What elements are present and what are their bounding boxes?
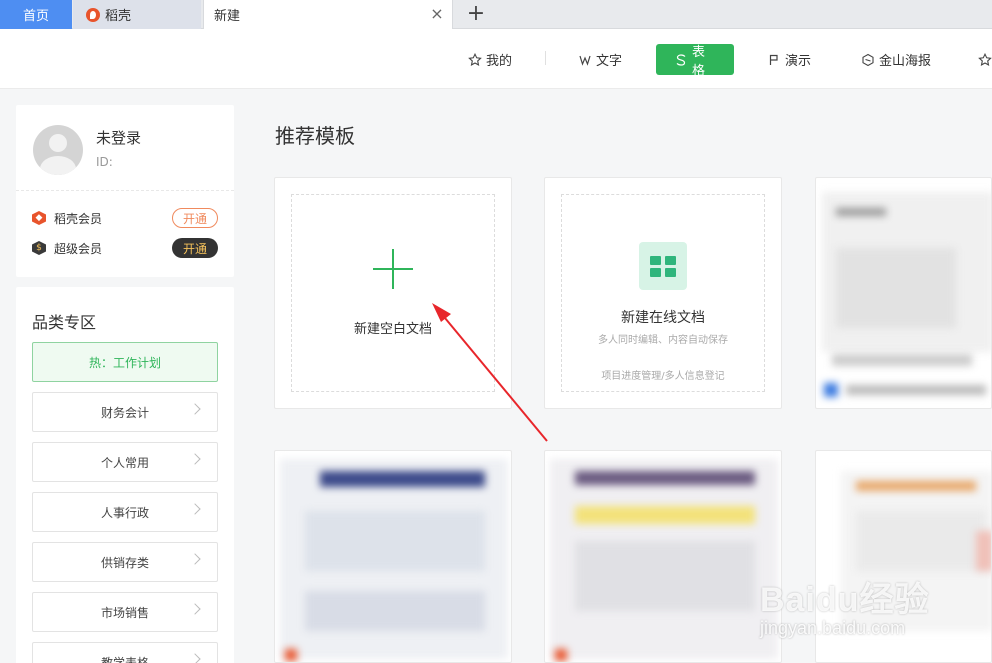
category-title: 品类专区 <box>32 313 97 332</box>
nav-present[interactable]: 演示 <box>767 44 811 75</box>
nav-mine-label: 我的 <box>486 54 513 69</box>
writer-w-icon <box>578 53 592 67</box>
page-title: 推荐模板 <box>275 124 355 148</box>
category-hot-label: 热：工作计划 <box>88 355 161 370</box>
online-document-subtitle: 多人同时编辑、内容自动保存 <box>598 335 728 346</box>
add-tab-icon[interactable]: + <box>464 2 488 26</box>
tab-new[interactable]: 新建 × <box>203 0 453 29</box>
browser-tab-bar: 首页 稻壳 新建 × + <box>0 0 992 29</box>
daoke-member-icon: ◆ <box>32 211 46 225</box>
top-navigation: 我的 文字 表格 演示 金山海报 <box>0 29 992 89</box>
chevron-right-icon <box>189 403 201 415</box>
daoke-open-button[interactable]: 开通 <box>172 208 218 228</box>
template-thumbnail[interactable] <box>815 177 992 409</box>
daoke-logo-icon <box>86 7 100 22</box>
new-online-document-label: 新建在线文档 <box>621 310 705 326</box>
nav-more[interactable] <box>978 44 992 75</box>
star-icon <box>468 52 482 67</box>
nav-sheet-label: 表格 <box>692 44 706 79</box>
category-item[interactable]: 市场销售 <box>32 592 218 632</box>
super-open-button[interactable]: 开通 <box>172 238 218 258</box>
nav-poster-label: 金山海报 <box>879 54 932 69</box>
member-label: 稻壳会员 <box>54 211 103 226</box>
watermark-url-text: jingyan.baidu.com <box>760 618 906 638</box>
tab-daoke-label: 稻壳 <box>105 9 132 24</box>
tab-home-label: 首页 <box>22 9 49 24</box>
super-member-icon: $ <box>32 241 46 255</box>
template-thumbnail[interactable] <box>544 450 782 663</box>
category-item-label: 市场销售 <box>100 605 149 620</box>
nav-poster[interactable]: 金山海报 <box>861 44 931 75</box>
nav-present-label: 演示 <box>785 54 812 69</box>
category-card: 品类专区 热：工作计划 财务会计 个人常用 人事行政 供销存类 市场销售 教学表… <box>16 287 234 663</box>
chevron-right-icon <box>189 503 201 515</box>
watermark-main-text: Baidu经验 <box>760 581 930 619</box>
plus-icon-vertical <box>392 249 394 289</box>
user-card: 未登录 ID: ◆ 稻壳会员 开通 $ 超级会员 开通 <box>16 105 234 277</box>
member-row-super: $ 超级会员 开通 <box>32 238 218 258</box>
chevron-right-icon <box>189 653 201 663</box>
present-p-icon <box>767 53 781 67</box>
category-item[interactable]: 个人常用 <box>32 442 218 482</box>
category-hot[interactable]: 热：工作计划 <box>32 342 218 382</box>
category-item-label: 供销存类 <box>100 555 149 570</box>
member-row-daoke: ◆ 稻壳会员 开通 <box>32 208 218 228</box>
category-item-label: 人事行政 <box>100 505 149 520</box>
category-item[interactable]: 财务会计 <box>32 392 218 432</box>
category-item[interactable]: 供销存类 <box>32 542 218 582</box>
nav-mine[interactable]: 我的 <box>468 44 512 75</box>
nav-text-label: 文字 <box>596 54 623 69</box>
avatar[interactable] <box>33 125 83 175</box>
chevron-right-icon <box>189 453 201 465</box>
close-icon[interactable]: × <box>430 6 444 22</box>
nav-sheet[interactable]: 表格 <box>656 44 734 79</box>
user-id: ID: <box>96 155 113 169</box>
more-app-icon <box>978 52 992 67</box>
chevron-right-icon <box>189 603 201 615</box>
online-document-footer: 项目进度管理/多人信息登记 <box>601 371 725 382</box>
nav-divider <box>545 51 546 65</box>
category-item[interactable]: 人事行政 <box>32 492 218 532</box>
blank-card-dashed-frame <box>291 194 495 392</box>
nav-text[interactable]: 文字 <box>578 44 622 75</box>
new-blank-document-label: 新建空白文档 <box>353 322 432 337</box>
tab-new-label: 新建 <box>214 9 241 24</box>
baidu-watermark: Baidu经验 jingyan.baidu.com <box>760 560 980 660</box>
member-label: 超级会员 <box>54 241 103 256</box>
divider <box>16 190 234 191</box>
online-card-dashed-frame <box>561 194 765 392</box>
chevron-right-icon <box>189 553 201 565</box>
category-item[interactable]: 教学表格 <box>32 642 218 663</box>
template-thumbnail[interactable] <box>274 450 512 663</box>
tab-home[interactable]: 首页 <box>0 0 72 29</box>
username[interactable]: 未登录 <box>96 127 141 148</box>
sheet-s-icon <box>674 53 688 67</box>
tab-daoke[interactable]: 稻壳 <box>73 0 201 29</box>
category-item-label: 财务会计 <box>100 405 149 420</box>
online-sheet-icon <box>639 242 687 290</box>
category-item-label: 教学表格 <box>100 655 149 663</box>
poster-icon <box>861 53 875 67</box>
category-item-label: 个人常用 <box>100 455 149 470</box>
